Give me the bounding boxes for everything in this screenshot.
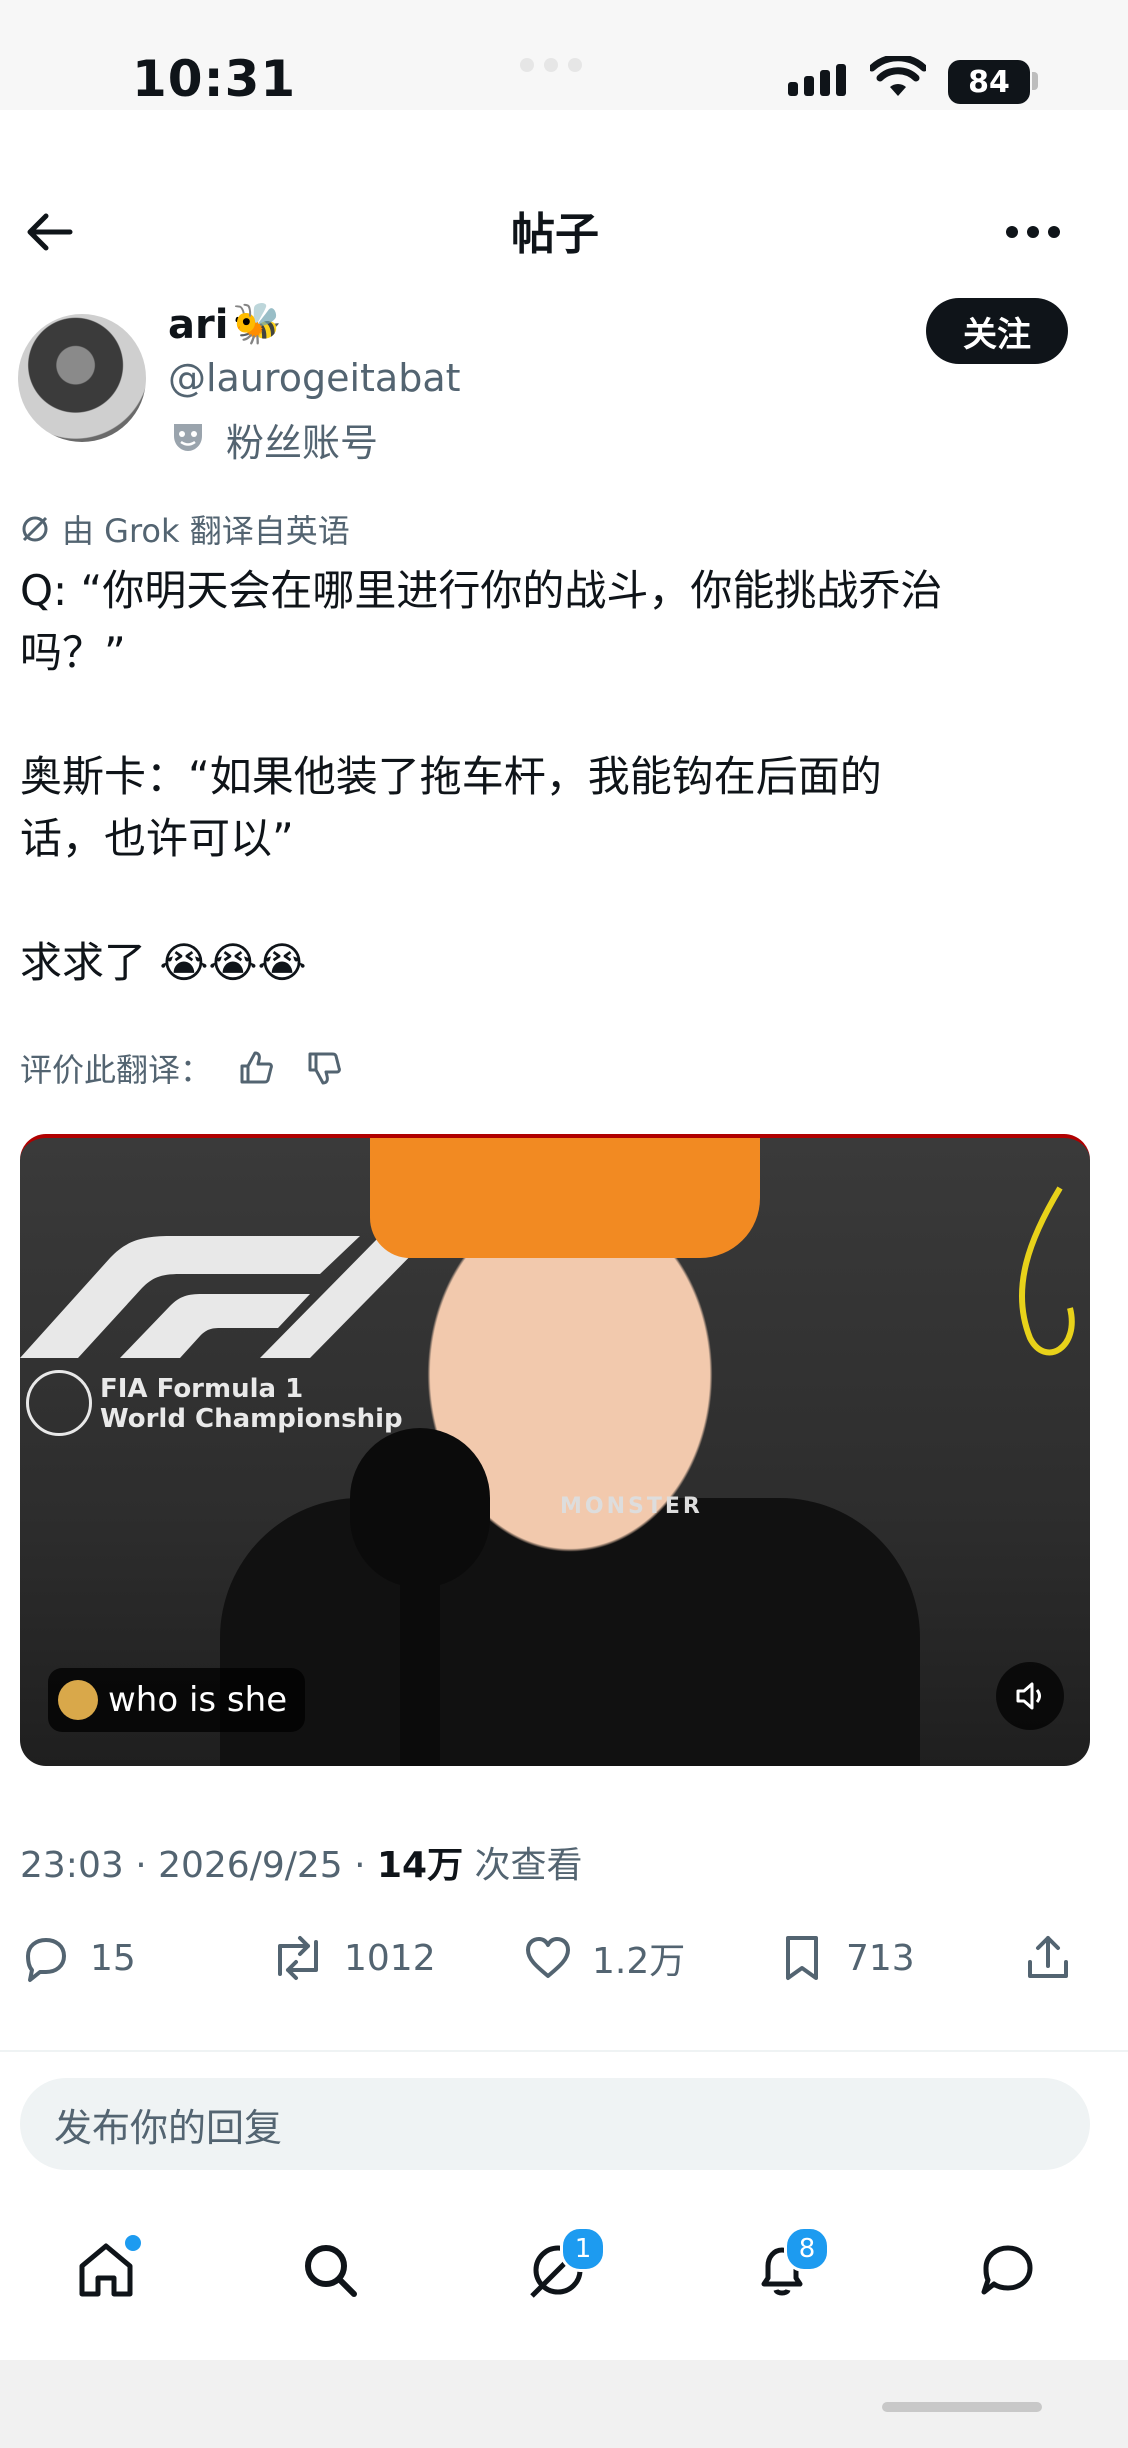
tab-search[interactable]: [290, 2230, 370, 2310]
bee-emoji: 🐝: [232, 301, 282, 347]
mute-icon[interactable]: [996, 1662, 1064, 1730]
dynamic-island-dots: [520, 58, 582, 72]
reply-count: 15: [90, 1937, 136, 1979]
tab-home[interactable]: [66, 2230, 146, 2310]
home-indicator[interactable]: [882, 2402, 1042, 2412]
post-actions: 15 1012 1.2万 713: [18, 1930, 1108, 1990]
search-icon: [305, 2245, 357, 2297]
battery-indicator: 84: [948, 60, 1030, 104]
rate-translation: 评价此翻译：: [20, 1044, 348, 1092]
battery-tip: [1032, 72, 1038, 90]
notifications-badge: 8: [784, 2226, 830, 2272]
fia-emblem: [26, 1370, 92, 1436]
video-caption-chip[interactable]: who is she: [48, 1668, 306, 1732]
follow-button[interactable]: 关注: [926, 298, 1068, 364]
thumbs-down-icon[interactable]: [300, 1044, 348, 1092]
post-text: Q: “你明天会在哪里进行你的战斗，你能挑战乔治 吗？” 奥斯卡：“如果他装了拖…: [20, 566, 943, 987]
chat-bubble-icon: [981, 2245, 1033, 2295]
fan-account-label: 粉丝账号: [226, 421, 379, 465]
like-action[interactable]: 1.2万: [520, 1930, 685, 1986]
grok-icon: [22, 516, 48, 542]
author-name[interactable]: ari: [168, 302, 228, 348]
rate-translation-label: 评价此翻译：: [20, 1051, 213, 1089]
post-meta: 23:03 · 2026/9/25 · 14万 次查看: [20, 1836, 583, 1888]
bookmark-action[interactable]: 713: [774, 1930, 915, 1986]
bottom-tab-bar: 1 8: [0, 2200, 1128, 2340]
heart-icon: [526, 1937, 570, 1978]
video-person-cap: [370, 1138, 760, 1258]
reply-action[interactable]: 15: [18, 1930, 136, 1986]
reply-input[interactable]: 发布你的回复: [20, 2078, 1090, 2170]
tab-grok[interactable]: 1: [518, 2226, 606, 2310]
sponsor-text: MONSTER: [560, 1494, 703, 1519]
share-icon: [1028, 1936, 1068, 1978]
views-count: 14万: [377, 1845, 464, 1886]
status-time: 10:31: [132, 50, 297, 108]
video-player[interactable]: FIA Formula 1 World Championship MONSTER…: [20, 1134, 1090, 1766]
thumbs-up-icon[interactable]: [232, 1044, 280, 1092]
f1-logo-graphic: [20, 1236, 430, 1358]
home-unread-dot: [122, 2232, 144, 2254]
divider: [0, 2050, 1128, 2052]
translation-note: 由 Grok 翻译自英语: [20, 506, 350, 552]
views-label: 次查看: [463, 1845, 583, 1886]
author-handle[interactable]: @laurogeitabat: [168, 356, 461, 400]
share-action[interactable]: [1020, 1930, 1076, 1986]
repost-action[interactable]: 1012: [268, 1930, 436, 1986]
repost-icon: [278, 1936, 318, 1980]
repost-count: 1012: [344, 1937, 436, 1979]
reply-placeholder: 发布你的回复: [54, 2105, 283, 2150]
reply-icon: [26, 1938, 66, 1982]
grok-badge: 1: [560, 2226, 606, 2272]
video-microphone-handle: [400, 1568, 440, 1766]
wifi-icon: [870, 56, 926, 96]
tab-messages[interactable]: [968, 2230, 1048, 2310]
fan-account-mask-icon: [174, 424, 202, 451]
more-options-icon[interactable]: [1006, 226, 1060, 238]
avatar[interactable]: [18, 314, 146, 442]
bookmark-count: 713: [846, 1937, 915, 1979]
video-microphone: [350, 1428, 490, 1588]
fia-logo-text: FIA Formula 1 World Championship: [100, 1374, 403, 1434]
post-timestamp: 23:03 · 2026/9/25 ·: [20, 1845, 377, 1886]
bookmark-icon: [786, 1936, 818, 1980]
like-count: 1.2万: [592, 1941, 686, 1982]
tab-notifications[interactable]: 8: [742, 2226, 830, 2310]
video-caption-text: who is she: [108, 1680, 288, 1720]
translation-note-text: 由 Grok 翻译自英语: [62, 512, 350, 550]
signal-icon: [788, 64, 846, 96]
yellow-signature-graphic: [1019, 1186, 1075, 1356]
caption-avatar-icon: [58, 1680, 98, 1720]
page-title: 帖子: [511, 209, 599, 260]
